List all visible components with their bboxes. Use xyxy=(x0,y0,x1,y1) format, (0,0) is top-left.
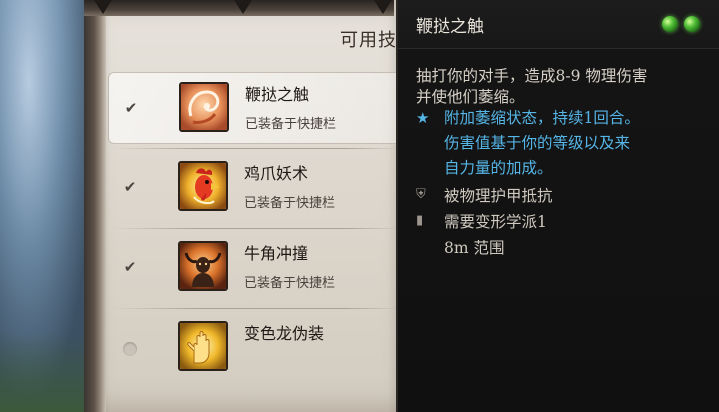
prop-text: 被物理护甲抵抗 xyxy=(444,187,553,205)
tooltip-header: 鞭挞之触 xyxy=(398,0,719,49)
skill-status: 已装备于快捷栏 xyxy=(244,276,336,291)
glowing-hand-icon xyxy=(178,321,228,371)
skill-name: 鸡爪妖术 xyxy=(244,164,309,183)
horned-head-icon xyxy=(178,241,228,291)
divider xyxy=(112,228,402,229)
ornament-notch xyxy=(234,0,252,14)
skill-name: 牛角冲撞 xyxy=(244,244,309,263)
skill-item-bull-horns[interactable]: ✔ 牛角冲撞 已装备于快捷栏 xyxy=(108,232,408,304)
action-point-icon xyxy=(684,16,700,32)
tooltip-prop-range: 8m 范围 xyxy=(416,236,505,257)
divider xyxy=(112,308,402,309)
description-line: 并使他们萎缩。 xyxy=(416,88,525,106)
tooltip-title: 鞭挞之触 xyxy=(416,17,484,37)
tooltip-prop-requirement: ▮ 需要变形学派1 xyxy=(416,210,547,231)
skill-name: 鞭挞之触 xyxy=(245,85,310,104)
skill-item-chameleon-cloak[interactable]: 变色龙伪装 xyxy=(108,312,408,384)
background-scenery xyxy=(0,0,96,412)
checkmark-icon[interactable]: ✔ xyxy=(122,259,138,275)
prop-text: 需要变形学派1 xyxy=(444,213,547,231)
effect-line: 伤害值基于你的等级以及来 xyxy=(444,134,631,152)
star-icon: ★ xyxy=(416,109,430,127)
touch-tendril-icon xyxy=(179,82,229,132)
description-line: 抽打你的对手，造成8-9 物理伤害 xyxy=(416,67,648,85)
prop-text: 8m 范围 xyxy=(444,239,505,257)
skill-item-chicken-claw[interactable]: ✔ 鸡爪妖术 已装备于快捷栏 xyxy=(108,152,408,224)
checkmark-icon[interactable]: ✔ xyxy=(122,179,138,195)
effect-line: 附加萎缩状态，持续1回合。 xyxy=(444,109,640,127)
bookmark-icon: ▮ xyxy=(416,213,424,228)
skill-status: 已装备于快捷栏 xyxy=(244,196,336,211)
section-title: 可用技 xyxy=(340,30,397,51)
shield-icon: ⛨ xyxy=(416,187,426,202)
skill-item-lash-touch[interactable]: ✔ 鞭挞之触 已装备于快捷栏 xyxy=(108,72,408,144)
action-point-icon xyxy=(662,16,678,32)
unchecked-indicator[interactable] xyxy=(123,342,137,356)
divider xyxy=(112,148,402,149)
tooltip-prop-resist: ⛨ 被物理护甲抵抗 xyxy=(416,184,553,205)
skill-tooltip: 鞭挞之触 抽打你的对手，造成8-9 物理伤害 并使他们萎缩。 ★ 附加萎缩状态，… xyxy=(396,0,719,412)
skill-status: 已装备于快捷栏 xyxy=(245,117,337,132)
checkmark-icon[interactable]: ✔ xyxy=(123,100,139,116)
panel-border xyxy=(84,0,106,412)
panel-top-ornament xyxy=(84,0,394,16)
ornament-notch xyxy=(94,0,112,14)
tooltip-description: 抽打你的对手，造成8-9 物理伤害 并使他们萎缩。 xyxy=(416,66,706,108)
ornament-notch xyxy=(374,0,392,14)
chicken-head-icon xyxy=(178,161,228,211)
effect-line: 自力量的加成。 xyxy=(444,159,553,177)
skill-name: 变色龙伪装 xyxy=(244,324,325,343)
